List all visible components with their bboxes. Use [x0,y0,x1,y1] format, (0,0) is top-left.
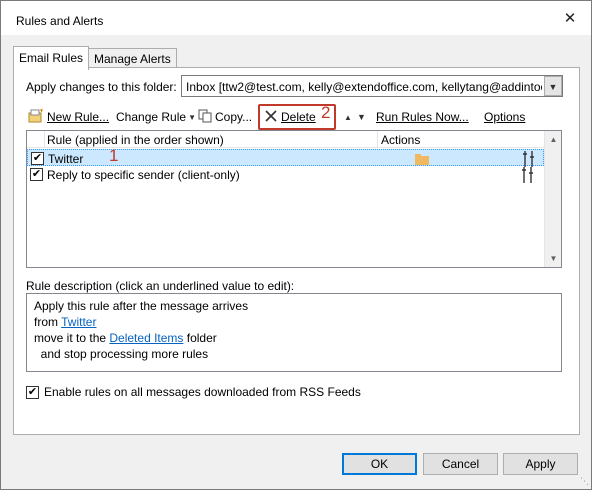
rule-name: Reply to specific sender (client-only) [47,168,240,182]
description-line: and stop processing more rules [34,347,209,361]
rule-row-reply-to-sender[interactable]: ✔ Reply to specific sender (client-only) [27,166,544,183]
description-line: Apply this rule after the message arrive… [34,299,249,313]
options-button[interactable]: Options [484,107,525,127]
rule-enabled-checkbox[interactable]: ✔ [30,168,43,181]
rule-description-label: Rule description (click an underlined va… [26,279,295,293]
change-rule-button[interactable]: Change Rule ▼ [116,107,196,127]
rules-toolbar: New Rule... Change Rule ▼ Copy... Delete… [26,103,571,130]
change-rule-label: Change Rule [116,110,187,124]
rss-rules-option[interactable]: ✔ Enable rules on all messages downloade… [26,385,361,399]
ok-button[interactable]: OK [342,453,417,475]
scroll-up-icon[interactable]: ▲ [545,131,561,148]
folder-select-value: Inbox [ttw2@test.com, kelly@extendoffice… [186,80,542,94]
new-rule-label: New Rule... [47,110,110,124]
copy-icon [198,109,212,126]
annotation-step-1: 1 [109,146,119,165]
rules-list-scrollbar[interactable]: ▲ ▼ [544,131,561,267]
options-label: Options [484,110,526,124]
description-line: from Twitter [34,315,96,329]
header-divider [377,131,378,148]
description-line: move it to the Deleted Items folder [34,331,217,345]
resize-grip-icon[interactable]: ⋱ [580,476,589,487]
new-rule-button[interactable]: New Rule... [28,107,109,127]
column-header-rule[interactable]: Rule (applied in the order shown) [47,133,224,147]
apply-button[interactable]: Apply [503,453,578,475]
description-text: folder [183,331,217,345]
email-rules-panel: Apply changes to this folder: Inbox [ttw… [13,67,580,435]
rule-name: Twitter [48,152,84,166]
window-title: Rules and Alerts [16,14,104,28]
stop-processing-icon [521,167,535,186]
copy-button[interactable]: Copy... [198,107,252,127]
scroll-down-icon[interactable]: ▼ [545,250,561,267]
move-up-icon[interactable]: ▲ [344,107,352,127]
sender-link[interactable]: Twitter [61,315,96,329]
title-bar: Rules and Alerts ✕ [1,1,591,35]
column-header-actions[interactable]: Actions [381,133,420,147]
rules-and-alerts-dialog: Rules and Alerts ✕ Email Rules Manage Al… [0,0,592,490]
chevron-down-icon[interactable]: ▼ [544,76,562,96]
rules-list[interactable]: Rule (applied in the order shown) Action… [26,130,562,268]
folder-label: Apply changes to this folder: [26,80,177,94]
rule-row-twitter[interactable]: ✔ Twitter [27,149,544,167]
cancel-button[interactable]: Cancel [423,453,498,475]
rule-enabled-checkbox[interactable]: ✔ [31,152,44,165]
run-rules-now-button[interactable]: Run Rules Now... [376,107,469,127]
annotation-step-2: 2 [321,103,331,122]
description-text: from [34,315,62,329]
tab-manage-alerts[interactable]: Manage Alerts [88,48,177,69]
description-text: move it to the [34,331,110,345]
rule-description-box: Apply this rule after the message arrive… [26,293,562,372]
rss-checkbox[interactable]: ✔ [26,385,39,399]
rules-list-header: Rule (applied in the order shown) Action… [27,131,544,148]
copy-label: Copy... [215,110,253,124]
tab-email-rules[interactable]: Email Rules [13,46,90,70]
delete-button[interactable]: Delete [264,107,316,127]
rss-label: Enable rules on all messages downloaded … [44,385,361,399]
delete-label: Delete [281,110,316,124]
delete-icon [264,109,278,126]
dialog-footer: OK Cancel Apply [1,447,591,489]
folder-link[interactable]: Deleted Items [109,331,183,345]
folder-select[interactable]: Inbox [ttw2@test.com, kelly@extendoffice… [181,75,563,97]
chevron-down-icon: ▼ [188,112,196,122]
move-down-icon[interactable]: ▼ [357,107,366,127]
run-rules-now-label: Run Rules Now... [376,110,469,124]
new-rule-icon [28,108,44,126]
close-icon[interactable]: ✕ [561,10,579,28]
header-divider [44,131,45,148]
